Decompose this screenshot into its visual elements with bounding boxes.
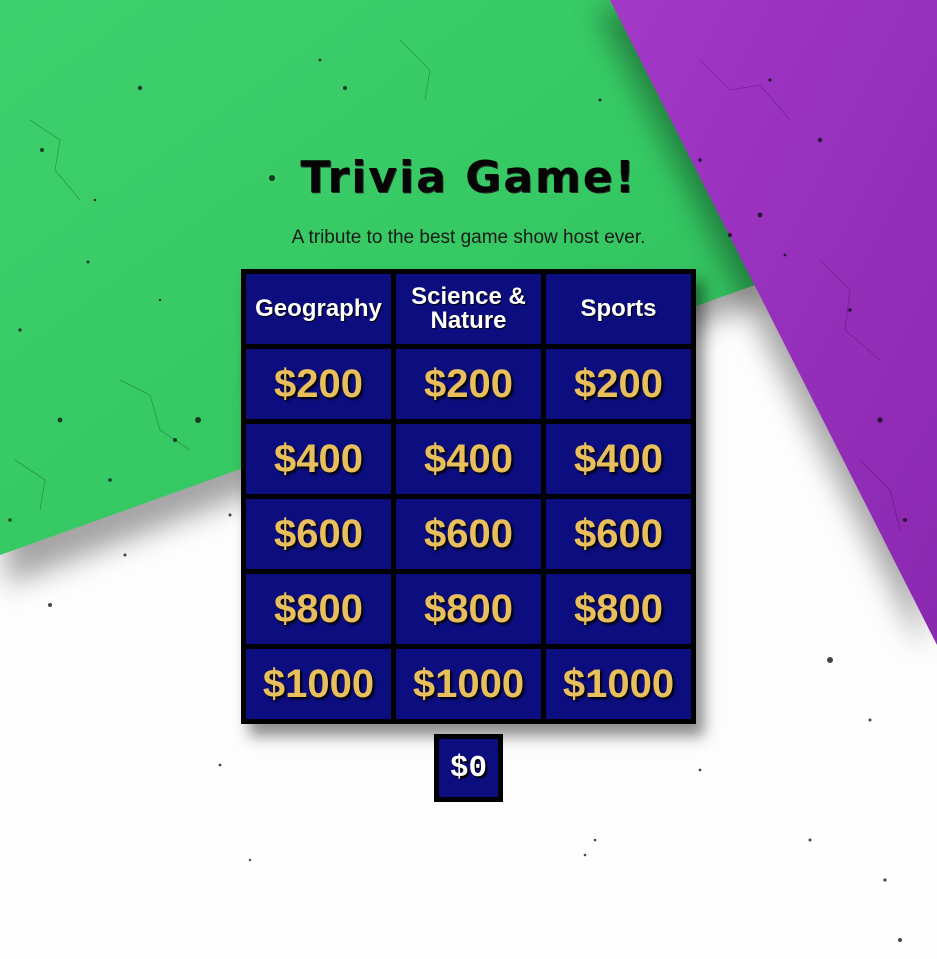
game-board: Geography Science & Nature Sports $200 $… [241,269,696,724]
question-tile-geography-800[interactable]: $800 [246,574,391,644]
question-tile-geography-200[interactable]: $200 [246,349,391,419]
question-tile-science-600[interactable]: $600 [396,499,541,569]
question-tile-sports-200[interactable]: $200 [546,349,691,419]
question-tile-sports-600[interactable]: $600 [546,499,691,569]
score-display: $0 [434,734,503,802]
category-header-sports: Sports [546,274,691,344]
question-tile-sports-800[interactable]: $800 [546,574,691,644]
category-header-science-nature: Science & Nature [396,274,541,344]
question-tile-sports-400[interactable]: $400 [546,424,691,494]
game-page: Trivia Game! A tribute to the best game … [0,0,937,959]
question-tile-sports-1000[interactable]: $1000 [546,649,691,719]
question-tile-science-200[interactable]: $200 [396,349,541,419]
question-tile-geography-600[interactable]: $600 [246,499,391,569]
question-tile-geography-1000[interactable]: $1000 [246,649,391,719]
question-tile-science-1000[interactable]: $1000 [396,649,541,719]
question-tile-science-400[interactable]: $400 [396,424,541,494]
question-tile-science-800[interactable]: $800 [396,574,541,644]
question-tile-geography-400[interactable]: $400 [246,424,391,494]
page-subtitle: A tribute to the best game show host eve… [291,227,646,248]
page-title: Trivia Game! [300,152,637,203]
category-header-geography: Geography [246,274,391,344]
